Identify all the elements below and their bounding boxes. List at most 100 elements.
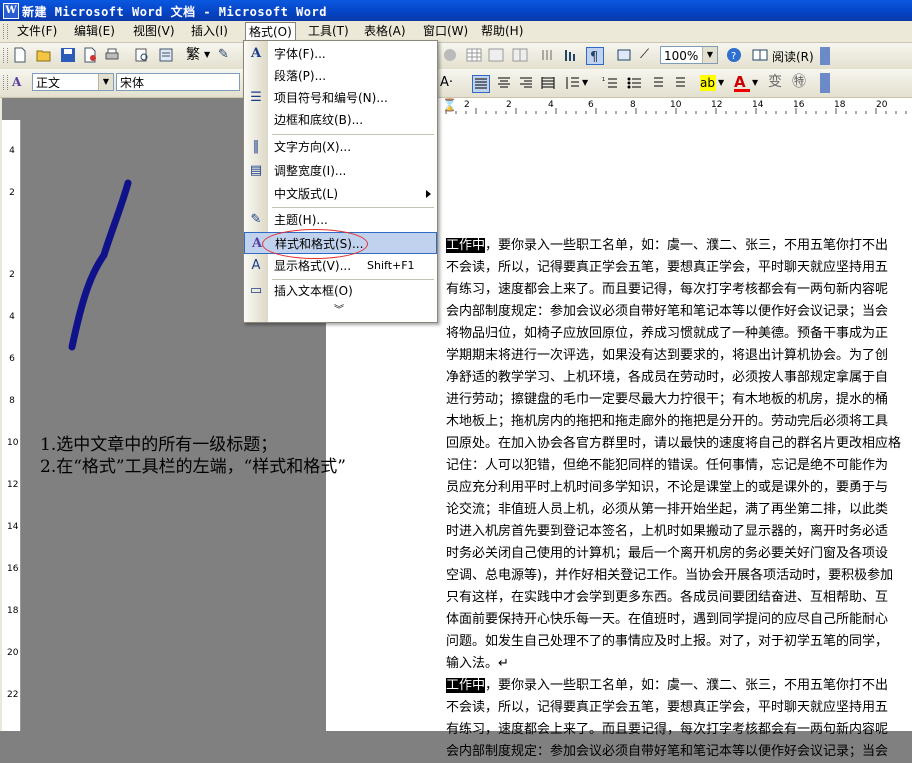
line-text: 有练习，速度都会上来了。而且要记得，每次打字考核都会有一两句新内容呢 xyxy=(446,282,889,297)
document-line[interactable]: 将物品归位，如椅子应放回原位，养成习惯就成了一种美德。预备干事成为正 xyxy=(446,323,912,345)
document-line[interactable]: 时进入机房首先要到登记本签名，上机时如果搬动了显示器的，离开时务必适 xyxy=(446,521,912,543)
format-toolbar-grip[interactable] xyxy=(3,75,8,90)
font-color-icon[interactable]: A xyxy=(734,73,750,92)
menu-edit[interactable]: 编辑(E) xyxy=(71,23,118,40)
menu-item-borders[interactable]: 边框和底纹(B)... xyxy=(244,109,437,131)
ink-annotation-icon[interactable]: ⟋ xyxy=(640,47,656,63)
menu-item-font[interactable]: A 字体(F)... xyxy=(244,43,437,65)
line-spacing-icon[interactable] xyxy=(564,75,580,91)
menu-view[interactable]: 视图(V) xyxy=(130,23,178,40)
document-line[interactable]: 只有这样，在实践中才会学到更多东西。各成员间要团结奋进、互相帮助、互 xyxy=(446,587,912,609)
reading-layout-icon[interactable] xyxy=(752,47,768,63)
columns-icon[interactable] xyxy=(512,47,528,63)
align-right-icon[interactable] xyxy=(518,75,534,91)
spelling-icon[interactable]: ✎ xyxy=(218,47,234,63)
document-line[interactable]: 工作中，要你录入一些职工名单，如：虞一、濮二、张三，不用五笔你打不出 xyxy=(446,675,912,697)
menu-item-insert-textbox[interactable]: ▭ 插入文本框(O) xyxy=(244,280,437,302)
increase-indent-icon[interactable] xyxy=(670,75,686,91)
menu-item-asian-layout[interactable]: 中文版式(L) xyxy=(244,183,437,205)
menu-item-bullets[interactable]: ☰ 项目符号和编号(N)... xyxy=(244,87,437,109)
styles-pane-icon[interactable]: A xyxy=(12,74,28,90)
menu-item-text-direction[interactable]: ‖ 文字方向(X)... xyxy=(244,136,437,158)
document-line[interactable]: 不会读，所以，记得要真正学会五笔，要想真正学会，平时聊天就应坚持用五 xyxy=(446,257,912,279)
document-line[interactable]: 体面前要保持开心快乐每一天。在值班时，遇到同学提问的应尽自己所能耐心 xyxy=(446,609,912,631)
document-line[interactable]: 净舒适的教学学习、上机环境，各成员在劳动时，必须按人事部规定拿属于自 xyxy=(446,367,912,389)
document-map-icon[interactable] xyxy=(563,47,579,63)
show-hide-marks-icon[interactable]: ¶ xyxy=(586,47,604,65)
document-line[interactable]: 有练习，速度都会上来了。而且要记得，每次打字考核都会有一两句新内容呢 xyxy=(446,719,912,741)
document-line[interactable]: 木地板上；拖机房内的拖把和拖走廊外的拖把是分开的。劳动完后必须将工具 xyxy=(446,411,912,433)
traditional-chinese-icon[interactable]: 繁 xyxy=(186,47,202,63)
menu-table[interactable]: 表格(A) xyxy=(361,23,409,40)
drawing-icon[interactable] xyxy=(442,47,458,63)
char-scale-icon[interactable]: A· xyxy=(440,75,456,91)
save-icon[interactable] xyxy=(60,47,76,63)
document-line[interactable]: 空调、总电源等)，并作好相关登记工作。当协会开展各项活动时，要积极参加 xyxy=(446,565,912,587)
format-toolbar-overflow-icon[interactable] xyxy=(820,73,830,93)
menubar-grip[interactable] xyxy=(3,24,8,39)
menu-tools[interactable]: 工具(T) xyxy=(305,23,352,40)
menu-expand[interactable]: ︾ xyxy=(244,300,437,322)
document-line[interactable]: 回原处。在加入协会各官方群里时，请以最快的速度将自己的群名片更改相应格 xyxy=(446,433,912,455)
open-folder-icon[interactable] xyxy=(36,47,52,63)
menu-item-reveal-formatting[interactable]: A 显示格式(V)... Shift+F1 xyxy=(244,255,437,277)
document-line[interactable]: 时务必关闭自己使用的计算机；最后一个离开机房的务必要关好门窗及各项设 xyxy=(446,543,912,565)
selected-heading[interactable]: 工作中 xyxy=(446,678,486,693)
phonetic-guide-icon[interactable]: 变 xyxy=(768,74,784,90)
highlight-icon[interactable]: ab xyxy=(700,75,716,91)
document-body[interactable]: 工作中，要你录入一些职工名单，如：虞一、濮二、张三，不用五笔你打不出 不会读，所以… xyxy=(446,235,912,763)
document-line[interactable]: 会内部制度规定：参加会议必须自带好笔和笔记本等以便作好会议记录；当会 xyxy=(446,741,912,763)
insert-table-icon[interactable] xyxy=(466,47,482,63)
read-button-label[interactable]: 阅读(R) xyxy=(772,48,814,65)
menu-format[interactable]: 格式(O) xyxy=(245,22,296,42)
menu-item-adjust-width[interactable]: ▤ 调整宽度(I)... xyxy=(244,160,437,182)
toolbar-overflow-icon[interactable] xyxy=(820,47,830,65)
document-line[interactable]: 记住：人可以犯错，但绝不能犯同样的错误。任何事情，忘记是绝不可能作为 xyxy=(446,455,912,477)
document-line[interactable]: 员应充分利用平时上机时间多学知识，不论是课堂上的或是课外的，要勇于与 xyxy=(446,477,912,499)
menu-file[interactable]: 文件(F) xyxy=(14,23,60,40)
decrease-indent-icon[interactable] xyxy=(648,75,664,91)
permission-icon[interactable] xyxy=(82,47,98,63)
document-line[interactable]: 论交流；非值班人员上机，必须从第一排开始坐起，满了再坐第二排，以此类 xyxy=(446,499,912,521)
new-document-icon[interactable] xyxy=(12,47,28,63)
document-line[interactable]: 进行劳动；擦键盘的毛巾一定要尽最大力拧很干；有木地板的机房，提水的桶 xyxy=(446,389,912,411)
selected-heading[interactable]: 工作中 xyxy=(446,238,486,253)
horizontal-ruler[interactable]: 2 2 4 6 8 10 12 14 16 18 20 ⌛ xyxy=(436,98,912,121)
document-line[interactable]: 输入法。↵ xyxy=(446,653,912,675)
insert-excel-icon[interactable] xyxy=(488,47,504,63)
print-icon[interactable] xyxy=(104,47,120,63)
justify-icon[interactable] xyxy=(472,75,490,93)
zoom-dropdown-icon[interactable]: ▼ xyxy=(702,47,717,63)
distributed-icon[interactable] xyxy=(540,75,556,91)
font-combo[interactable]: 宋体 xyxy=(116,73,240,91)
align-center-icon[interactable] xyxy=(496,75,512,91)
menu-insert[interactable]: 插入(I) xyxy=(188,23,231,40)
document-line[interactable]: 工作中，要你录入一些职工名单，如：虞一、濮二、张三，不用五笔你打不出 xyxy=(446,235,912,257)
vertical-ruler[interactable]: 4 2 2 4 6 8 10 12 14 16 18 20 22 xyxy=(2,120,21,731)
document-line[interactable]: 不会读，所以，记得要真正学会五笔，要想真正学会，平时聊天就应坚持用五 xyxy=(446,697,912,719)
drawing-toolbar-icon[interactable] xyxy=(540,47,556,63)
research-icon[interactable] xyxy=(158,47,174,63)
enclose-char-icon[interactable]: ㊕ xyxy=(792,74,808,90)
menu-item-theme[interactable]: ✎ 主题(H)... xyxy=(244,209,437,231)
line-spacing-dropdown-icon[interactable]: ▼ xyxy=(582,75,598,91)
print-preview-icon[interactable] xyxy=(134,47,150,63)
menu-window[interactable]: 窗口(W) xyxy=(420,23,471,40)
help-icon[interactable]: ? xyxy=(726,47,742,63)
bullets-icon[interactable] xyxy=(626,75,642,91)
indent-marker-icon[interactable]: ⌛ xyxy=(442,98,457,112)
document-line[interactable]: 学期期末将进行一次评选，如果没有达到要求的，将退出计算机协会。为了创 xyxy=(446,345,912,367)
numbering-icon[interactable]: 1 xyxy=(602,75,618,91)
toolbar-grip[interactable] xyxy=(3,48,8,63)
style-dropdown-icon[interactable]: ▼ xyxy=(98,74,113,90)
read-mode-icon[interactable] xyxy=(616,47,632,63)
document-line[interactable]: 有练习，速度都会上来了。而且要记得，每次打字考核都会有一两句新内容呢 xyxy=(446,279,912,301)
document-line[interactable]: 问题。如发生自己处理不了的事情应及时上报。对了，对于初学五笔的同学， xyxy=(446,631,912,653)
document-line[interactable]: 会内部制度规定：参加会议必须自带好笔和笔记本等以便作好会议记录；当会 xyxy=(446,301,912,323)
highlight-dropdown-icon[interactable]: ▼ xyxy=(718,75,734,91)
font-color-dropdown-icon[interactable]: ▼ xyxy=(752,75,768,91)
menu-help[interactable]: 帮助(H) xyxy=(478,23,526,40)
zoom-combo[interactable]: 100% ▼ xyxy=(660,46,718,64)
menu-item-paragraph[interactable]: 段落(P)... xyxy=(244,65,437,87)
style-combo[interactable]: 正文 ▼ xyxy=(32,73,114,91)
